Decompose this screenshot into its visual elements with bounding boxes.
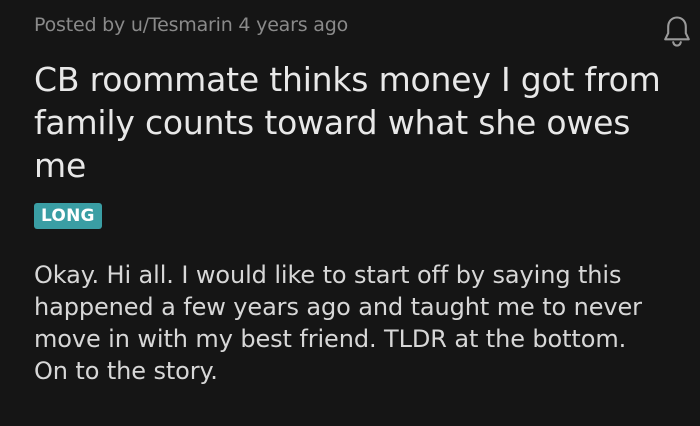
post-title[interactable]: CB roommate thinks money I got from fami…	[34, 58, 664, 187]
reddit-post: Posted by u/Tesmarin 4 years ago CB room…	[0, 0, 700, 426]
post-body: Okay. Hi all. I would like to start off …	[34, 261, 642, 385]
bell-icon[interactable]	[660, 12, 694, 50]
post-flair: LONG	[34, 203, 102, 229]
post-meta: Posted by u/Tesmarin 4 years ago	[34, 14, 349, 36]
